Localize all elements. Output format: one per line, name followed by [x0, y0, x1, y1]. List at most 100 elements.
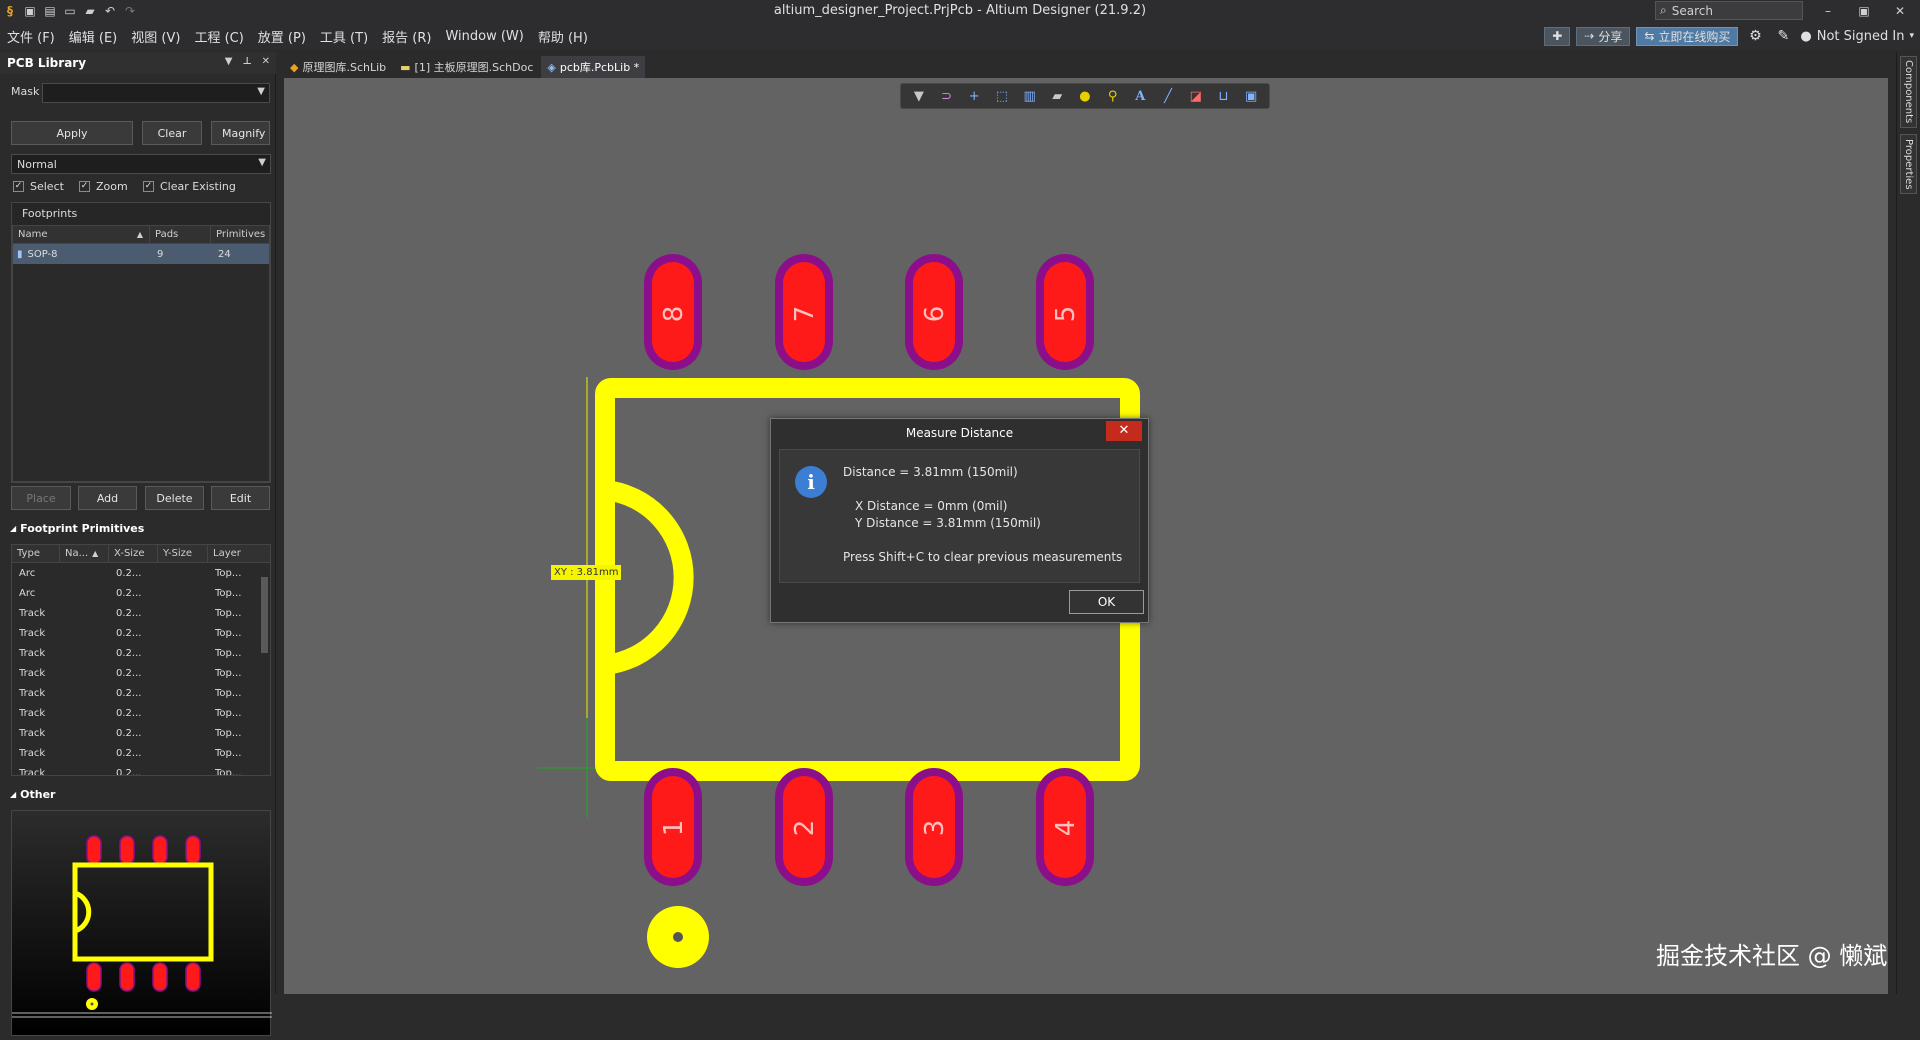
top-pads: [644, 254, 1094, 370]
col-type[interactable]: Type: [12, 545, 60, 562]
pad-label: 1: [659, 820, 689, 837]
x-distance-text: X Distance = 0mm (0mil): [855, 499, 1008, 513]
select-checkbox[interactable]: ✓ Select: [13, 180, 64, 193]
align-icon[interactable]: ▥: [1019, 85, 1041, 107]
close-window-button[interactable]: ✕: [1882, 0, 1918, 22]
table-row[interactable]: Track 0.2... Top...: [12, 643, 270, 663]
edit-button[interactable]: Edit: [211, 486, 270, 510]
col-name[interactable]: Name ▲: [13, 226, 150, 243]
component-icon[interactable]: ▰: [1046, 85, 1068, 107]
gear-icon[interactable]: ⚙: [1744, 25, 1766, 47]
buy-label: 立即在线购买: [1658, 29, 1731, 44]
check-icon: ✓: [79, 181, 90, 192]
menu-place[interactable]: 放置 (P): [251, 22, 313, 50]
dialog-close-button[interactable]: ✕: [1106, 421, 1142, 441]
mode-select[interactable]: Normal ▼: [11, 154, 271, 174]
redo-icon[interactable]: ↷: [120, 0, 140, 22]
save-all-icon[interactable]: ▤: [40, 0, 60, 22]
tab-schlib[interactable]: ◆ 原理图库.SchLib: [284, 56, 392, 78]
tab-schdoc[interactable]: ▬ [1] 主板原理图.SchDoc: [394, 56, 539, 78]
filter-icon[interactable]: ▼: [908, 85, 930, 107]
dimension-icon[interactable]: ⊔: [1212, 85, 1234, 107]
footprint-primitives: 24: [218, 248, 231, 260]
maximize-button[interactable]: ▣: [1846, 0, 1882, 22]
table-row[interactable]: Track 0.2... Top...: [12, 603, 270, 623]
share-button[interactable]: ⇢ 分享: [1576, 26, 1631, 46]
feedback-button[interactable]: ✚: [1544, 26, 1571, 46]
minimize-button[interactable]: –: [1810, 0, 1846, 22]
select-area-icon[interactable]: ⬚: [991, 85, 1013, 107]
col-name[interactable]: Na... ▲: [60, 545, 109, 562]
pad-icon[interactable]: ●: [1074, 85, 1096, 107]
add-button[interactable]: Add: [78, 486, 137, 510]
panel-close-icon[interactable]: ✕: [262, 56, 270, 67]
col-primitives[interactable]: Primitives: [211, 226, 269, 243]
mask-input[interactable]: ▼: [42, 83, 270, 103]
menu-tools[interactable]: 工具 (T): [313, 22, 375, 50]
apply-button[interactable]: Apply: [11, 121, 133, 145]
primitive-type: Arc: [19, 567, 36, 579]
menu-reports[interactable]: 报告 (R): [375, 22, 438, 50]
menu-help[interactable]: 帮助 (H): [531, 22, 595, 50]
primitives-section-title[interactable]: ◢ Footprint Primitives: [10, 522, 144, 535]
place-button[interactable]: Place: [11, 486, 71, 510]
primitive-x-size: 0.2...: [116, 707, 142, 719]
table-row[interactable]: Track 0.2... Top...: [12, 663, 270, 683]
crosshair-icon[interactable]: +: [963, 85, 985, 107]
route-icon[interactable]: ⊃: [936, 85, 958, 107]
save-icon[interactable]: ▣: [20, 0, 40, 22]
col-x-size[interactable]: X-Size: [109, 545, 158, 562]
preview-pad: [119, 962, 135, 992]
table-row[interactable]: ▮ SOP-8 9 24: [13, 244, 269, 264]
other-section-title[interactable]: ◢ Other: [10, 788, 55, 801]
menu-file[interactable]: 文件 (F): [0, 22, 62, 50]
zoom-checkbox[interactable]: ✓ Zoom: [79, 180, 128, 193]
region-icon[interactable]: ▣: [1240, 85, 1262, 107]
panel-title: PCB Library: [7, 56, 87, 70]
table-row[interactable]: Track 0.2... Top...: [12, 623, 270, 643]
table-row[interactable]: Track 0.2... Top...: [12, 743, 270, 763]
global-search-input[interactable]: ⌕ Search: [1655, 1, 1803, 20]
clear-button[interactable]: Clear: [142, 121, 202, 145]
table-row[interactable]: Track 0.2... Top...: [12, 683, 270, 703]
sign-in-label: Not Signed In: [1816, 28, 1905, 44]
zoom-label: Zoom: [96, 180, 128, 193]
notifications-icon[interactable]: ✎: [1772, 25, 1794, 47]
scrollbar[interactable]: [260, 565, 269, 775]
menu-edit[interactable]: 编辑 (E): [62, 22, 125, 50]
properties-tab[interactable]: Properties: [1900, 134, 1917, 194]
table-row[interactable]: Track 0.2... Top...: [12, 723, 270, 743]
collapse-icon: ◢: [10, 524, 17, 533]
via-icon[interactable]: ⚲: [1102, 85, 1124, 107]
menu-window[interactable]: Window (W): [438, 22, 530, 50]
col-layer[interactable]: Layer: [208, 545, 270, 562]
primitive-type: Track: [19, 647, 46, 659]
delete-button[interactable]: Delete: [145, 486, 204, 510]
table-row[interactable]: Arc 0.2... Top...: [12, 563, 270, 583]
panel-menu-icon[interactable]: ▼: [225, 56, 233, 67]
col-y-size[interactable]: Y-Size: [158, 545, 208, 562]
menu-view[interactable]: 视图 (V): [124, 22, 187, 50]
open-folder-icon[interactable]: ▭: [60, 0, 80, 22]
menu-project[interactable]: 工程 (C): [187, 22, 250, 50]
table-row[interactable]: Track 0.2... Top...: [12, 763, 270, 776]
magnify-button[interactable]: Magnify: [211, 121, 270, 145]
schdoc-icon: ▬: [400, 60, 411, 74]
clear-existing-checkbox[interactable]: ✓ Clear Existing: [143, 180, 236, 193]
buy-online-button[interactable]: ⇆ 立即在线购买: [1636, 26, 1739, 46]
text-icon[interactable]: A: [1129, 85, 1151, 107]
keepout-icon[interactable]: ◪: [1185, 85, 1207, 107]
col-pads[interactable]: Pads: [150, 226, 211, 243]
line-icon[interactable]: ╱: [1157, 85, 1179, 107]
open-project-icon[interactable]: ▰: [80, 0, 100, 22]
undo-icon[interactable]: ↶: [100, 0, 120, 22]
scrollbar-thumb[interactable]: [261, 577, 268, 653]
tab-pcblib[interactable]: ◈ pcb库.PcbLib *: [541, 56, 646, 78]
table-row[interactable]: Track 0.2... Top...: [12, 703, 270, 723]
components-tab[interactable]: Components: [1900, 56, 1917, 128]
table-row[interactable]: Arc 0.2... Top...: [12, 583, 270, 603]
comment-icon: ✚: [1552, 29, 1563, 43]
pin-icon[interactable]: ⊥: [242, 56, 251, 67]
sign-in-menu[interactable]: ● Not Signed In ▾: [1800, 29, 1914, 44]
ok-button[interactable]: OK: [1069, 590, 1144, 614]
